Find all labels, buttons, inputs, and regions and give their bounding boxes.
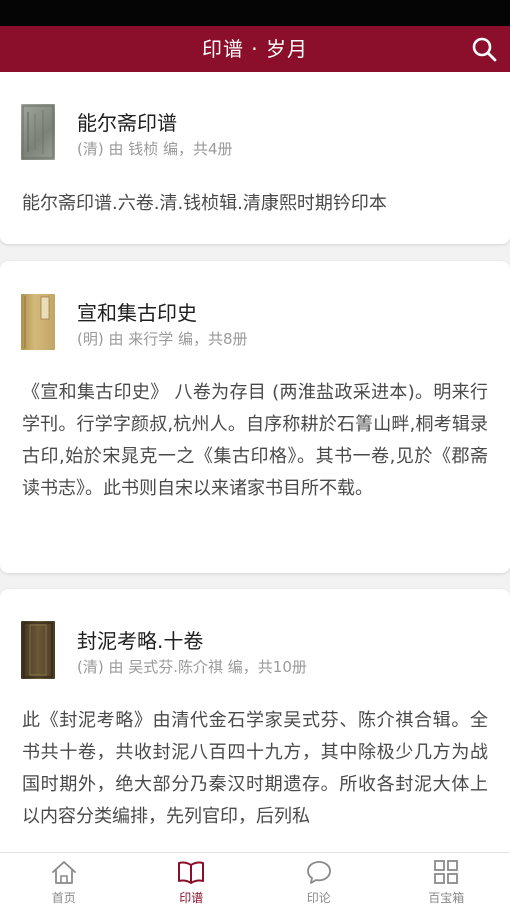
book-meta: (清) 由 钱桢 编，共4册 [77,140,233,158]
book-title[interactable]: 能尔斋印谱 [77,107,177,136]
bottom-tab-bar: 首页 印谱 印论 百宝箱 [0,852,510,906]
book-description: 此《封泥考略》由清代金石学家吴式芬、陈介祺合辑。全书共十卷，共收封泥八百四十九方… [22,710,488,827]
book-title[interactable]: 封泥考略.十卷 [77,625,203,654]
home-icon [51,861,76,884]
tab-label: 百宝箱 [428,891,465,905]
book-card[interactable]: 宣和集古印史 (明) 由 来行学 编，共8册 《宣和集古印史》 八卷为存目 (两… [0,261,510,573]
book-card[interactable]: 能尔斋印谱 (清) 由 钱桢 编，共4册 能尔斋印谱.六卷.清.钱桢辑.清康熙时… [0,72,510,244]
book-meta: (清) 由 吴式芬.陈介祺 编，共10册 [77,658,307,676]
tab-label: 首页 [51,891,76,905]
tab-home[interactable]: 首页 [0,853,128,906]
app-header: 印谱 · 岁月 [0,26,510,72]
status-bar [0,0,510,26]
book-icon [178,861,205,884]
book-cover-image[interactable] [21,294,55,350]
book-card[interactable]: 封泥考略.十卷 (清) 由 吴式芬.陈介祺 编，共10册 此《封泥考略》由清代金… [0,589,510,852]
tab-seal-catalogs[interactable]: 印谱 [128,853,256,906]
tab-label: 印论 [306,891,331,905]
page-title: 印谱 · 岁月 [201,37,309,61]
book-cover-image[interactable] [21,104,55,160]
book-description: 《宣和集古印史》 八卷为存目 (两淮盐政采进本)。明来行学刊。行学字颜叔,杭州人… [22,382,488,499]
tab-toolbox[interactable]: 百宝箱 [383,853,510,906]
tab-label: 印谱 [179,891,204,905]
book-title[interactable]: 宣和集古印史 [77,297,197,326]
book-cover-image[interactable] [21,621,55,679]
chat-bubble-icon [306,861,331,884]
search-icon[interactable] [470,35,498,63]
tab-discussions[interactable]: 印论 [255,853,383,906]
book-meta: (明) 由 来行学 编，共8册 [77,330,248,348]
book-description: 能尔斋印谱.六卷.清.钱桢辑.清康熙时期钤印本 [22,193,387,214]
grid-icon [434,860,459,884]
book-list[interactable]: 能尔斋印谱 (清) 由 钱桢 编，共4册 能尔斋印谱.六卷.清.钱桢辑.清康熙时… [0,72,510,852]
